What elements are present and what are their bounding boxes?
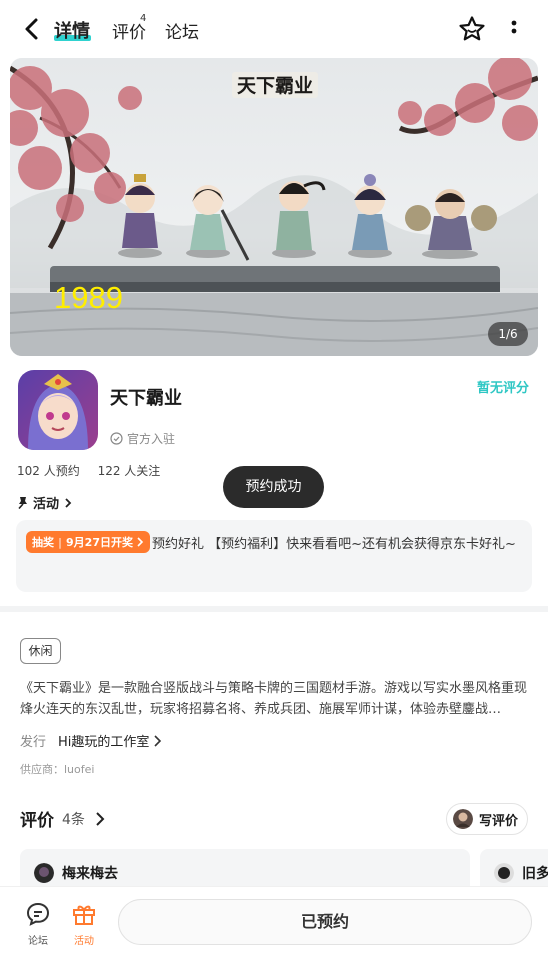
- forum-chat-icon: [26, 902, 50, 926]
- game-description[interactable]: 《天下霸业》是一款融合竖版战斗与策略卡牌的三国题材手游。游戏以写实水墨风格重现烽…: [20, 678, 530, 720]
- reviews-chevron-icon: [96, 811, 105, 826]
- publisher-row[interactable]: 发行 Hi趣玩的工作室: [20, 731, 164, 750]
- forum-tab[interactable]: 论坛: [18, 901, 58, 947]
- reservation-count: 102 人预约: [17, 464, 80, 478]
- reviewer-avatar: [494, 863, 514, 883]
- gift-icon: [73, 905, 95, 925]
- verified-text: 官方入驻: [127, 432, 176, 446]
- publisher-chevron-icon: [154, 734, 162, 747]
- more-options-icon[interactable]: [504, 15, 524, 43]
- reviews-count-badge: 4: [140, 13, 147, 24]
- activity-tab[interactable]: 活动: [64, 901, 104, 947]
- stats-row: 102 人预约 122 人关注: [17, 462, 174, 479]
- tab-details[interactable]: 详情: [54, 17, 90, 43]
- publisher-label: 发行: [20, 735, 47, 750]
- lottery-badge-label: 抽奖: [32, 536, 54, 549]
- review-user: 旧多: [494, 863, 548, 883]
- banner-overlay-number: 1989: [54, 280, 123, 315]
- bottom-action-bar: 论坛 活动 已预约: [0, 886, 548, 974]
- banner-logo-text: 天下霸业: [237, 75, 313, 97]
- publisher-name: Hi趣玩的工作室: [58, 735, 150, 750]
- reviews-title: 评价: [20, 811, 54, 831]
- pin-icon: [18, 497, 27, 509]
- chevron-right-icon: [65, 497, 72, 508]
- genre-tag[interactable]: 休闲: [20, 638, 61, 664]
- section-divider: [0, 606, 548, 612]
- reservation-success-toast: 预约成功: [223, 466, 324, 508]
- reviewer-name: 旧多: [522, 866, 548, 882]
- top-nav-bar: 详情 评价 4 论坛: [0, 0, 548, 58]
- badge-chevron-icon: [137, 537, 144, 547]
- my-avatar: [453, 809, 473, 829]
- lottery-badge: 抽奖 | 9月27日开奖: [26, 531, 150, 553]
- activity-link[interactable]: 活动: [17, 493, 73, 512]
- write-review-label: 写评价: [479, 813, 519, 829]
- activity-tab-label: 活动: [74, 936, 94, 947]
- event-card[interactable]: 预约好礼 【预约福利】快来看看吧~还有机会获得京东卡好礼~ 抽奖 | 9月27日…: [16, 520, 532, 592]
- tab-forum[interactable]: 论坛: [165, 18, 199, 43]
- game-title: 天下霸业: [110, 388, 182, 409]
- official-verified-label: 官方入驻: [110, 430, 175, 447]
- reviewer-avatar: [34, 863, 54, 883]
- reviews-header[interactable]: 评价 4条: [20, 806, 107, 831]
- supplier-label: 供应商：luofei: [20, 763, 95, 776]
- reviewer-name: 梅来梅去: [62, 866, 118, 882]
- verified-check-icon: [110, 432, 123, 445]
- forum-tab-label: 论坛: [28, 936, 48, 947]
- media-banner[interactable]: 天下霸业 1989 1/6: [10, 58, 538, 356]
- write-review-button[interactable]: 写评价: [446, 803, 528, 835]
- lottery-date: 9月27日开奖: [66, 536, 133, 549]
- back-arrow-icon[interactable]: [18, 14, 46, 44]
- game-app-icon: [18, 370, 98, 450]
- favorite-star-icon[interactable]: [458, 15, 486, 43]
- reviews-count: 4条: [62, 811, 85, 828]
- reserved-button[interactable]: 已预约: [118, 899, 532, 945]
- review-user: 梅来梅去: [34, 863, 118, 883]
- follower-count: 122 人关注: [97, 464, 161, 478]
- score-label: 暂无评分: [477, 381, 530, 396]
- banner-pager: 1/6: [488, 322, 528, 346]
- activity-label: 活动: [33, 497, 60, 512]
